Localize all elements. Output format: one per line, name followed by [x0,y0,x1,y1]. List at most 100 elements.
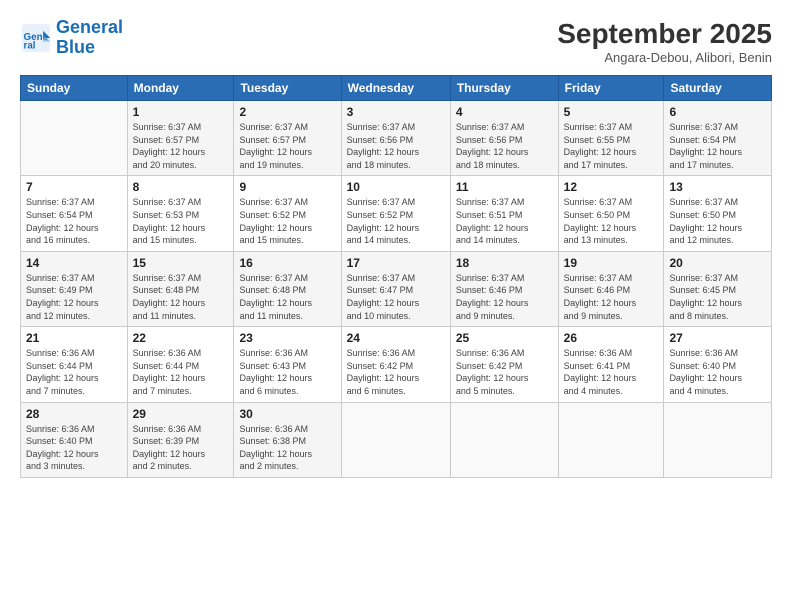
svg-text:ral: ral [24,40,36,51]
calendar-cell: 2 Sunrise: 6:37 AM Sunset: 6:57 PM Daylig… [234,101,341,176]
calendar-cell: 6 Sunrise: 6:37 AM Sunset: 6:54 PM Daylig… [664,101,772,176]
calendar-week-row: 7Sunrise: 6:37 AM Sunset: 6:54 PM Daylig… [21,176,772,251]
day-info: Sunrise: 6:37 AM Sunset: 6:56 PM Dayligh… [456,121,553,171]
col-saturday: Saturday [664,76,772,101]
col-tuesday: Tuesday [234,76,341,101]
col-friday: Friday [558,76,664,101]
day-info: Sunrise: 6:36 AM Sunset: 6:43 PM Dayligh… [239,347,335,397]
day-info: Sunrise: 6:37 AM Sunset: 6:57 PM Dayligh… [133,121,229,171]
day-info: Sunrise: 6:37 AM Sunset: 6:47 PM Dayligh… [347,272,445,322]
calendar-cell: 21 Sunrise: 6:36 AM Sunset: 6:44 PM Dayli… [21,327,128,402]
calendar-cell: 22Sunrise: 6:36 AM Sunset: 6:44 PM Dayli… [127,327,234,402]
day-info: Sunrise: 6:37 AM Sunset: 6:50 PM Dayligh… [564,196,659,246]
calendar-cell: 20 Sunrise: 6:37 AM Sunset: 6:45 PM Dayli… [664,251,772,326]
title-block: September 2025 Angara-Debou, Alibori, Be… [557,18,772,65]
day-info: Sunrise: 6:37 AM Sunset: 6:52 PM Dayligh… [239,196,335,246]
day-info: Sunrise: 6:37 AM Sunset: 6:46 PM Dayligh… [564,272,659,322]
calendar-cell: 5 Sunrise: 6:37 AM Sunset: 6:55 PM Daylig… [558,101,664,176]
day-info: Sunrise: 6:36 AM Sunset: 6:42 PM Dayligh… [456,347,553,397]
day-info: Sunrise: 6:37 AM Sunset: 6:49 PM Dayligh… [26,272,122,322]
calendar-cell: 24 Sunrise: 6:36 AM Sunset: 6:42 PM Dayli… [341,327,450,402]
day-number: 6 [669,105,766,119]
day-number: 30 [239,407,335,421]
calendar-cell: 12 Sunrise: 6:37 AM Sunset: 6:50 PM Dayli… [558,176,664,251]
day-info: Sunrise: 6:36 AM Sunset: 6:44 PM Dayligh… [26,347,122,397]
day-number: 15 [133,256,229,270]
calendar-cell: 30 Sunrise: 6:36 AM Sunset: 6:38 PM Dayli… [234,402,341,477]
logo-text-line1: General [56,18,123,38]
calendar-cell [341,402,450,477]
day-number: 13 [669,180,766,194]
calendar-cell: 25 Sunrise: 6:36 AM Sunset: 6:42 PM Dayli… [450,327,558,402]
month-year: September 2025 [557,18,772,50]
day-number: 14 [26,256,122,270]
calendar-cell: 11 Sunrise: 6:37 AM Sunset: 6:51 PM Dayli… [450,176,558,251]
day-info: Sunrise: 6:37 AM Sunset: 6:55 PM Dayligh… [564,121,659,171]
day-info: Sunrise: 6:36 AM Sunset: 6:40 PM Dayligh… [669,347,766,397]
day-number: 17 [347,256,445,270]
calendar-cell: 14 Sunrise: 6:37 AM Sunset: 6:49 PM Dayli… [21,251,128,326]
logo-text-line2: Blue [56,38,123,58]
day-number: 5 [564,105,659,119]
day-info: Sunrise: 6:37 AM Sunset: 6:48 PM Dayligh… [133,272,229,322]
day-number: 4 [456,105,553,119]
day-info: Sunrise: 6:37 AM Sunset: 6:48 PM Dayligh… [239,272,335,322]
day-number: 22 [133,331,229,345]
calendar-cell: 3 Sunrise: 6:37 AM Sunset: 6:56 PM Daylig… [341,101,450,176]
calendar-header-row: Sunday Monday Tuesday Wednesday Thursday… [21,76,772,101]
day-number: 19 [564,256,659,270]
page: Gene ral General Blue September 2025 Ang… [0,0,792,612]
calendar-cell [664,402,772,477]
calendar-cell: 26Sunrise: 6:36 AM Sunset: 6:41 PM Dayli… [558,327,664,402]
day-info: Sunrise: 6:37 AM Sunset: 6:51 PM Dayligh… [456,196,553,246]
calendar-cell: 1Sunrise: 6:37 AM Sunset: 6:57 PM Daylig… [127,101,234,176]
col-thursday: Thursday [450,76,558,101]
calendar-cell: 13Sunrise: 6:37 AM Sunset: 6:50 PM Dayli… [664,176,772,251]
day-number: 26 [564,331,659,345]
calendar-cell: 4 Sunrise: 6:37 AM Sunset: 6:56 PM Daylig… [450,101,558,176]
calendar-cell [450,402,558,477]
day-number: 20 [669,256,766,270]
header: Gene ral General Blue September 2025 Ang… [20,18,772,65]
day-info: Sunrise: 6:37 AM Sunset: 6:52 PM Dayligh… [347,196,445,246]
calendar-table: Sunday Monday Tuesday Wednesday Thursday… [20,75,772,478]
day-info: Sunrise: 6:37 AM Sunset: 6:56 PM Dayligh… [347,121,445,171]
col-monday: Monday [127,76,234,101]
calendar-cell: 18Sunrise: 6:37 AM Sunset: 6:46 PM Dayli… [450,251,558,326]
col-wednesday: Wednesday [341,76,450,101]
calendar-cell: 19 Sunrise: 6:37 AM Sunset: 6:46 PM Dayli… [558,251,664,326]
calendar-cell: 15 Sunrise: 6:37 AM Sunset: 6:48 PM Dayli… [127,251,234,326]
calendar-cell: 8Sunrise: 6:37 AM Sunset: 6:53 PM Daylig… [127,176,234,251]
calendar-cell: 16Sunrise: 6:37 AM Sunset: 6:48 PM Dayli… [234,251,341,326]
day-info: Sunrise: 6:37 AM Sunset: 6:54 PM Dayligh… [669,121,766,171]
day-number: 3 [347,105,445,119]
day-number: 29 [133,407,229,421]
day-number: 24 [347,331,445,345]
day-number: 10 [347,180,445,194]
day-number: 9 [239,180,335,194]
location: Angara-Debou, Alibori, Benin [557,50,772,65]
day-info: Sunrise: 6:37 AM Sunset: 6:57 PM Dayligh… [239,121,335,171]
calendar-week-row: 14 Sunrise: 6:37 AM Sunset: 6:49 PM Dayli… [21,251,772,326]
day-number: 11 [456,180,553,194]
day-number: 2 [239,105,335,119]
calendar-week-row: 28Sunrise: 6:36 AM Sunset: 6:40 PM Dayli… [21,402,772,477]
logo-icon: Gene ral [20,22,52,54]
day-number: 7 [26,180,122,194]
calendar-cell: 10 Sunrise: 6:37 AM Sunset: 6:52 PM Dayli… [341,176,450,251]
calendar-cell: 17 Sunrise: 6:37 AM Sunset: 6:47 PM Dayli… [341,251,450,326]
day-info: Sunrise: 6:36 AM Sunset: 6:42 PM Dayligh… [347,347,445,397]
day-number: 23 [239,331,335,345]
day-info: Sunrise: 6:36 AM Sunset: 6:38 PM Dayligh… [239,423,335,473]
calendar-cell: 9 Sunrise: 6:37 AM Sunset: 6:52 PM Daylig… [234,176,341,251]
day-info: Sunrise: 6:37 AM Sunset: 6:53 PM Dayligh… [133,196,229,246]
day-number: 21 [26,331,122,345]
calendar-cell [558,402,664,477]
calendar-cell: 23 Sunrise: 6:36 AM Sunset: 6:43 PM Dayli… [234,327,341,402]
day-number: 12 [564,180,659,194]
day-number: 25 [456,331,553,345]
col-sunday: Sunday [21,76,128,101]
calendar-cell: 7Sunrise: 6:37 AM Sunset: 6:54 PM Daylig… [21,176,128,251]
day-info: Sunrise: 6:37 AM Sunset: 6:45 PM Dayligh… [669,272,766,322]
calendar-cell: 29Sunrise: 6:36 AM Sunset: 6:39 PM Dayli… [127,402,234,477]
